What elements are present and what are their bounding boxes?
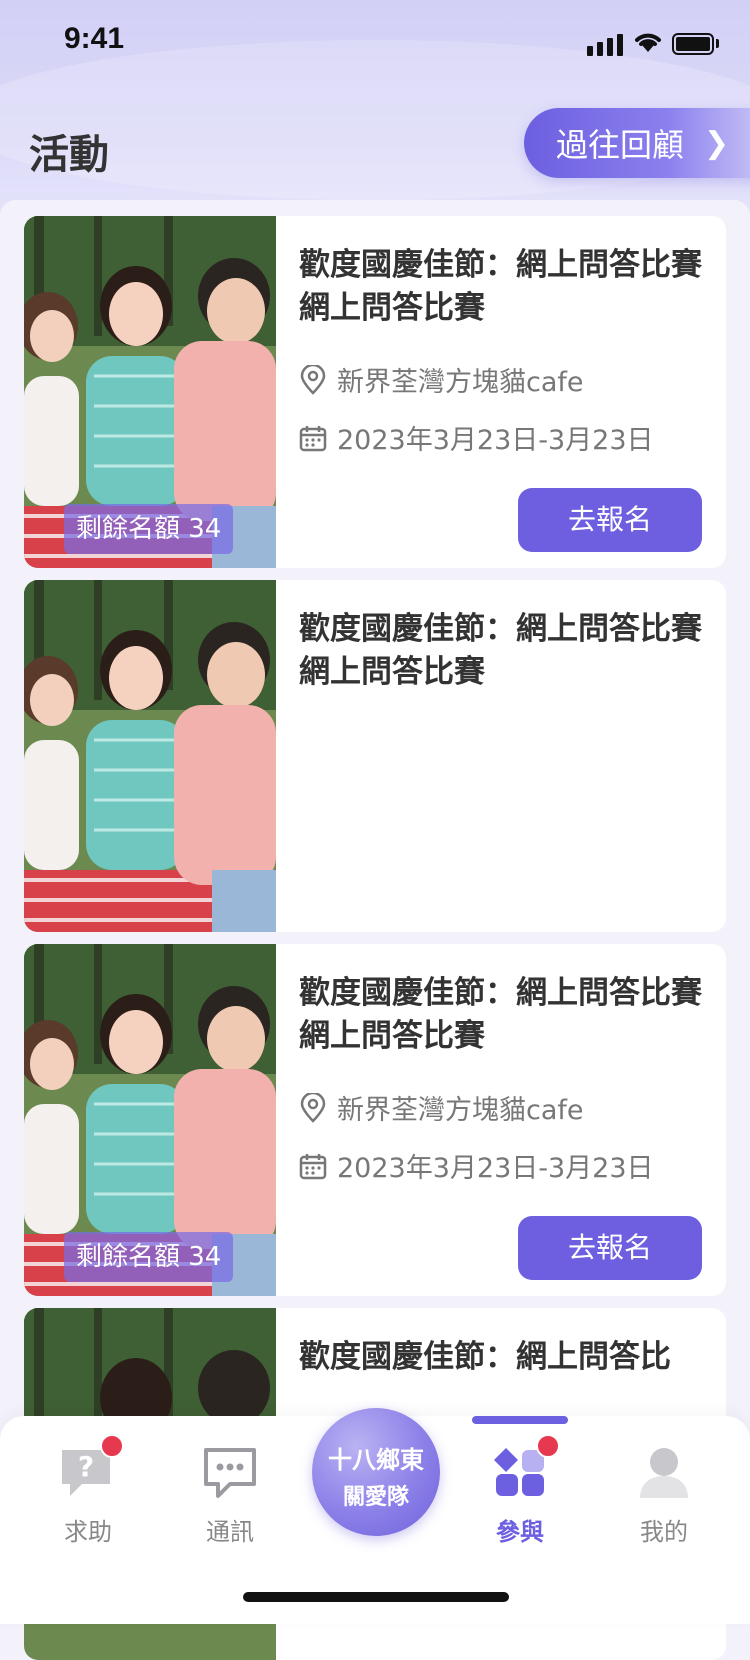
status-time: 9:41	[64, 22, 125, 55]
calendar-icon	[299, 1153, 327, 1179]
activity-photo: 剩餘名額 34	[24, 944, 276, 1296]
profile-icon	[640, 1448, 688, 1498]
activity-title: 歡度國慶佳節：網上問答比賽網上問答比賽	[299, 247, 702, 326]
chevron-right-icon: ❯	[704, 125, 730, 161]
home-indicator	[243, 1592, 509, 1602]
activity-card[interactable]: 歡度國慶佳節：網上問答比賽網上問答比賽	[24, 580, 726, 932]
tab-help[interactable]: ? 求助	[38, 1434, 138, 1547]
activity-photo: 剩餘名額 34	[24, 216, 276, 568]
history-review-button[interactable]: 過往回顧 ❯	[524, 108, 750, 178]
signup-button[interactable]: 去報名	[518, 488, 702, 552]
center-logo-line1: 十八鄉東	[328, 1446, 424, 1474]
activity-title: 歡度國慶佳節：網上問答比賽網上問答比賽	[299, 975, 702, 1054]
history-review-label: 過往回顧	[556, 126, 685, 164]
tab-profile[interactable]: 我的	[614, 1444, 714, 1547]
remaining-quota-badge: 剩餘名額 34	[64, 504, 234, 554]
notification-badge	[536, 1434, 560, 1458]
location-pin-icon	[300, 1092, 326, 1123]
activity-location: 新界荃灣方塊貓cafe	[299, 360, 584, 399]
active-tab-indicator	[472, 1416, 568, 1424]
battery-icon	[672, 33, 714, 55]
cellular-signal-icon	[587, 34, 623, 56]
tab-participate[interactable]: 參與	[470, 1434, 570, 1547]
status-bar: 9:41	[0, 0, 750, 88]
tab-messages[interactable]: 通訊	[180, 1444, 280, 1547]
page-title: 活動	[29, 132, 109, 178]
activity-date: 2023年3月23日-3月23日	[299, 1146, 654, 1185]
signup-button[interactable]: 去報名	[518, 1216, 702, 1280]
center-logo-button[interactable]: 十八鄉東 關愛隊	[312, 1408, 440, 1536]
activity-title: 歡度國慶佳節：網上問答比賽網上問答比賽	[299, 611, 702, 690]
center-logo-line2: 關愛隊	[342, 1485, 409, 1510]
date-text: 2023年3月23日-3月23日	[337, 425, 654, 456]
activity-photo	[24, 580, 276, 932]
tab-label: 我的	[640, 1518, 688, 1546]
activity-date: 2023年3月23日-3月23日	[299, 418, 654, 457]
tab-label: 求助	[64, 1518, 112, 1546]
chat-icon	[204, 1448, 256, 1498]
activity-card[interactable]: 剩餘名額 34 歡度國慶佳節：網上問答比賽網上問答比賽 新界荃灣方塊貓cafe …	[24, 216, 726, 568]
tab-label: 參與	[496, 1518, 544, 1546]
location-pin-icon	[300, 364, 326, 395]
activity-location: 新界荃灣方塊貓cafe	[299, 1088, 584, 1127]
notification-badge	[100, 1434, 124, 1458]
calendar-icon	[299, 425, 327, 451]
location-text: 新界荃灣方塊貓cafe	[337, 1095, 584, 1126]
location-text: 新界荃灣方塊貓cafe	[337, 367, 584, 398]
remaining-quota-badge: 剩餘名額 34	[64, 1232, 234, 1282]
battery-tip	[716, 39, 719, 48]
svg-text:?: ?	[78, 1450, 94, 1483]
date-text: 2023年3月23日-3月23日	[337, 1153, 654, 1184]
activity-card[interactable]: 剩餘名額 34 歡度國慶佳節：網上問答比賽網上問答比賽 新界荃灣方塊貓cafe …	[24, 944, 726, 1296]
wifi-icon	[635, 33, 661, 52]
activity-title: 歡度國慶佳節：網上問答比	[299, 1339, 671, 1375]
tab-label: 通訊	[206, 1518, 254, 1546]
